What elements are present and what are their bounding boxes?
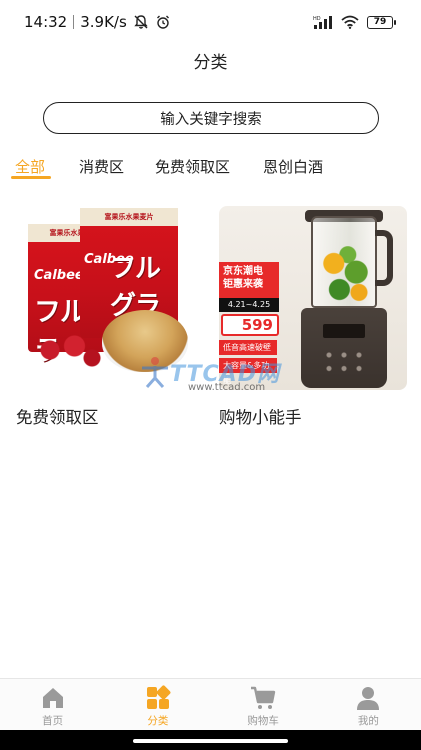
status-right: HD 79 xyxy=(313,15,396,29)
category-card-free-claim[interactable]: 富果乐水果麦片 Calbee フルグラ 富果乐水果麦片 Calbee フルグラ … xyxy=(16,206,204,428)
status-separator xyxy=(73,15,75,29)
app-screen: 14:32 3.9K/s HD 79 分类 输入关键字搜索 全部 消费区 免费领… xyxy=(0,0,421,750)
nav-profile-label: 我的 xyxy=(357,715,379,727)
tab-consumption-zone[interactable]: 消费区 xyxy=(79,156,124,177)
nav-home-label: 首页 xyxy=(42,715,64,727)
nav-home[interactable]: 首页 xyxy=(0,679,105,730)
battery-icon: 79 xyxy=(367,15,396,29)
home-icon xyxy=(42,688,63,708)
blender-display-graphic xyxy=(323,324,365,338)
status-time: 14:32 xyxy=(24,13,68,31)
cart-icon xyxy=(251,686,276,709)
network-speed: 3.9K/s xyxy=(80,13,127,31)
cereal-product-image[interactable]: 富果乐水果麦片 Calbee フルグラ 富果乐水果麦片 Calbee フルグラ xyxy=(16,206,204,390)
nav-category-label: 分类 xyxy=(147,715,169,727)
feature-tag-2: 大容量&多功能 xyxy=(219,358,277,385)
feature-tag-1: 低音高速破壁 xyxy=(219,340,277,355)
mute-bell-icon xyxy=(134,15,148,29)
promo-banner: 京东潮电 钜惠来袭 xyxy=(219,262,279,302)
strawberries-graphic xyxy=(36,330,106,370)
tab-enchuang-baijiu[interactable]: 恩创白酒 xyxy=(263,156,323,177)
category-tabs: 全部 消费区 免费领取区 恩创白酒 xyxy=(0,156,421,180)
cereal-bowl-graphic xyxy=(102,310,188,372)
promo-date: 4.21~4.25 xyxy=(219,298,279,312)
nav-category[interactable]: 分类 xyxy=(105,679,210,730)
blender-buttons-graphic xyxy=(319,346,369,376)
bag-brand-label: Calbee xyxy=(34,268,84,283)
nav-profile[interactable]: 我的 xyxy=(316,679,421,730)
tab-free-claim-zone[interactable]: 免费领取区 xyxy=(155,156,230,177)
vegetables-graphic xyxy=(317,246,373,304)
nav-cart[interactable]: 购物车 xyxy=(211,679,316,730)
page-title: 分类 xyxy=(193,53,228,73)
alarm-clock-icon xyxy=(156,15,169,29)
status-bar: 14:32 3.9K/s HD 79 xyxy=(0,0,421,44)
category-icon xyxy=(146,685,171,709)
tab-all[interactable]: 全部 xyxy=(15,156,45,177)
network-type-label: HD xyxy=(313,16,321,22)
wifi-icon xyxy=(341,15,359,29)
card-label: 购物小能手 xyxy=(219,408,302,427)
nav-cart-label: 购物车 xyxy=(247,715,279,727)
signal-icon: HD xyxy=(313,16,332,29)
active-tab-indicator xyxy=(11,176,51,179)
card-label: 免费领取区 xyxy=(16,408,99,427)
bag-top-strip-front: 富果乐水果麦片 xyxy=(80,208,178,226)
blender-product-image[interactable]: 京东潮电 钜惠来袭 4.21~4.25 599 低音高速破壁 大容量&多功能 xyxy=(219,206,407,390)
search-input[interactable]: 输入关键字搜索 xyxy=(43,102,379,134)
blender-handle-graphic xyxy=(375,230,393,286)
category-card-shopping-helper[interactable]: 京东潮电 钜惠来袭 4.21~4.25 599 低音高速破壁 大容量&多功能 购… xyxy=(219,206,407,428)
user-icon xyxy=(357,687,380,710)
status-left: 14:32 3.9K/s xyxy=(24,13,171,31)
bottom-nav: 首页 分类 购物车 我的 xyxy=(0,678,421,730)
home-indicator[interactable] xyxy=(133,739,288,743)
price-badge: 599 xyxy=(221,314,279,336)
